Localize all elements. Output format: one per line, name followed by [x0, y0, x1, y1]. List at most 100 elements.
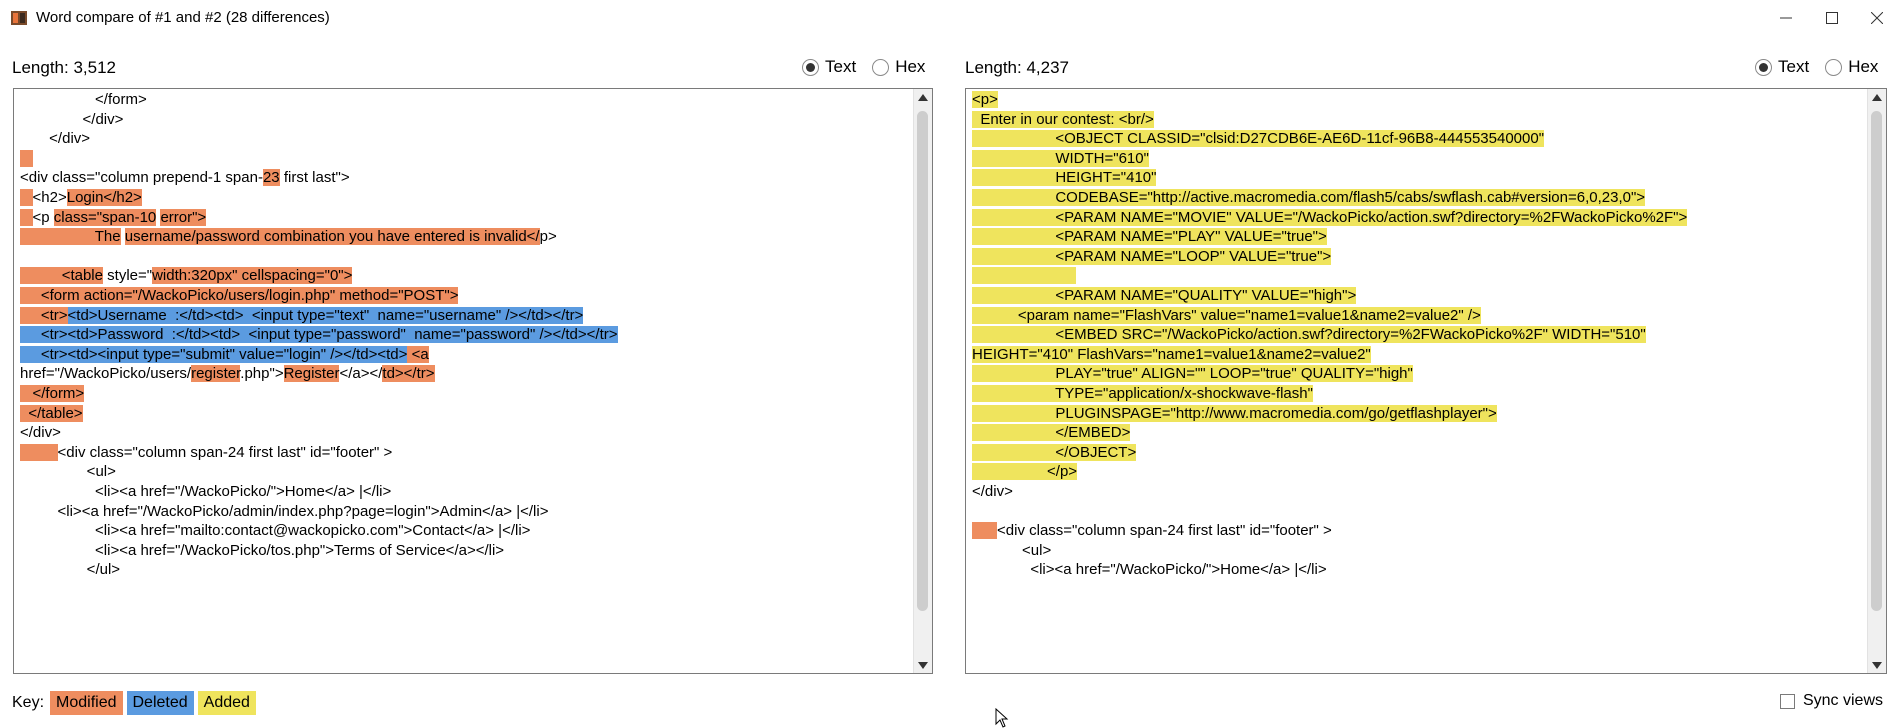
legend-key: Key: Modified Deleted Added [12, 690, 260, 716]
left-code-line: <table style="width:320px" cellspacing="… [20, 266, 353, 286]
left-view-mode: Text Hex [802, 57, 935, 77]
right-code-line: <EMBED SRC="/WackoPicko/action.swf?direc… [972, 325, 1646, 345]
right-code-segment: WIDTH="610" [972, 150, 1149, 167]
left-text-content[interactable]: </form> </div> </div> <div class="column… [14, 89, 914, 673]
minimize-button[interactable] [1764, 4, 1808, 32]
left-code-segment: <tr> [40, 307, 68, 324]
left-code-line: </ul> [20, 560, 120, 580]
window-title: Word compare of #1 and #2 (28 difference… [36, 9, 330, 26]
left-code-segment: td></tr> [382, 365, 435, 382]
left-code-segment: <form action="/WackoPicko/users/login.ph… [40, 287, 459, 304]
key-label: Key: [12, 694, 45, 711]
right-code-line: HEIGHT="410" FlashVars="name1=value1&nam… [972, 345, 1371, 365]
right-panel-header: Length: 4,237 Text Hex [965, 56, 1887, 80]
left-code-line: </div> [20, 129, 90, 149]
left-code-segment: register [191, 365, 241, 382]
right-code-segment [972, 522, 998, 539]
maximize-icon [1826, 12, 1838, 24]
left-code-line: <div class="column span-24 first last" i… [20, 443, 392, 463]
sync-views-checkbox[interactable] [1779, 693, 1795, 709]
right-code-line: Enter in our contest: <br/> [972, 110, 1154, 130]
right-code-segment: </p> [972, 463, 1078, 480]
key-modified: Modified [50, 691, 123, 715]
left-code-segment [20, 189, 33, 206]
key-deleted: Deleted [126, 691, 194, 715]
right-code-segment: </EMBED> [972, 424, 1131, 441]
left-code-segment: Register [283, 365, 340, 382]
right-code-segment: <PARAM NAME="PLAY" VALUE="true"> [972, 228, 1327, 245]
right-diff-pane[interactable]: <p> Enter in our contest: <br/> <OBJECT … [965, 88, 1887, 674]
left-code-segment [20, 209, 33, 226]
sync-views-toggle[interactable]: Sync views [1779, 692, 1883, 710]
right-code-segment: PLUGINSPAGE="http://www.macromedia.com/g… [972, 405, 1497, 422]
right-code-segment: <div class="column span-24 first last" i… [997, 522, 1332, 539]
right-code-segment: <PARAM NAME="MOVIE" VALUE="/WackoPicko/a… [972, 209, 1688, 226]
left-code-segment: </a></ [339, 365, 383, 382]
right-text-radio[interactable] [1755, 58, 1772, 76]
close-button[interactable] [1855, 4, 1899, 32]
mouse-pointer-icon [995, 708, 1009, 728]
left-scroll-thumb[interactable] [917, 111, 928, 611]
right-view-mode: Text Hex [1755, 57, 1888, 77]
right-text-content[interactable]: <p> Enter in our contest: <br/> <OBJECT … [966, 89, 1868, 673]
right-hex-radio-label: Hex [1848, 57, 1879, 76]
left-code-segment: </div> [20, 130, 91, 147]
right-code-segment: PLAY="true" ALIGN="" LOOP="true" QUALITY… [972, 365, 1413, 382]
minimize-icon [1780, 17, 1792, 19]
left-scroll-up-button[interactable] [914, 89, 932, 105]
left-code-segment: The [94, 228, 121, 245]
right-code-line: <PARAM NAME="QUALITY" VALUE="high"> [972, 286, 1357, 306]
right-code-line: <PARAM NAME="MOVIE" VALUE="/WackoPicko/a… [972, 208, 1688, 228]
right-code-line: <p> [972, 90, 998, 110]
right-code-line: <OBJECT CLASSID="clsid:D27CDB6E-AE6D-11c… [972, 129, 1545, 149]
left-code-line [20, 149, 33, 169]
right-code-segment: Enter in our contest: <br/> [972, 111, 1154, 128]
right-hex-radio[interactable] [1825, 58, 1843, 76]
right-code-line: TYPE="application/x-shockwave-flash" [972, 384, 1313, 404]
left-diff-pane[interactable]: </form> </div> </div> <div class="column… [13, 88, 933, 674]
left-code-segment: </div> [20, 424, 61, 441]
title-bar: Word compare of #1 and #2 (28 difference… [0, 0, 1899, 36]
maximize-button[interactable] [1810, 4, 1854, 32]
right-scroll-up-button[interactable] [1868, 89, 1886, 105]
left-code-segment: :320px" cellspacing="0"> [187, 267, 353, 284]
left-code-segment: </ul> [20, 561, 121, 578]
left-scrollbar[interactable] [913, 89, 932, 673]
left-hex-radio-label: Hex [895, 57, 926, 76]
right-code-segment [972, 307, 1018, 324]
scroll-down-icon [1872, 661, 1882, 669]
left-code-line: <tr><td>Username :</td><td> <input type=… [20, 306, 584, 326]
right-code-line: <div class="column span-24 first last" i… [972, 521, 1332, 541]
left-scroll-down-button[interactable] [914, 657, 932, 673]
left-code-line: <li><a href="mailto:contact@wackopicko.c… [20, 521, 530, 541]
left-hex-radio[interactable] [872, 58, 890, 76]
right-length-label: Length: 4,237 [965, 58, 1069, 77]
left-code-segment [20, 307, 41, 324]
left-code-line: <h2>Login</h2> [20, 188, 142, 208]
left-length-label: Length: 3,512 [12, 58, 116, 77]
left-code-line: href="/WackoPicko/users/register.php">Re… [20, 364, 435, 384]
right-code-segment: <EMBED SRC="/WackoPicko/action.swf?direc… [972, 326, 1646, 343]
left-text-radio[interactable] [802, 58, 819, 76]
left-code-segment: <li><a href="/WackoPicko/admin/index.php… [20, 503, 549, 520]
right-code-line: HEIGHT="410" [972, 168, 1157, 188]
left-code-segment: </table> [20, 405, 83, 422]
right-scroll-thumb[interactable] [1871, 111, 1882, 611]
app-icon [11, 11, 27, 25]
right-code-line: <PARAM NAME="LOOP" VALUE="true"> [972, 247, 1332, 267]
left-code-segment [20, 150, 33, 167]
left-code-segment: 23 [262, 169, 280, 186]
left-code-segment: username/password combination you have e… [124, 228, 540, 245]
right-scroll-down-button[interactable] [1868, 657, 1886, 673]
right-scrollbar[interactable] [1867, 89, 1886, 673]
left-code-segment: width [152, 267, 188, 284]
right-code-segment: <ul> [972, 542, 1052, 559]
left-code-line: <p class="span-10 error"> [20, 208, 207, 228]
left-code-segment [20, 287, 41, 304]
left-code-segment: style=" [102, 267, 153, 284]
left-code-line: The username/password combination you ha… [20, 227, 557, 247]
left-code-line: <li><a href="/WackoPicko/admin/index.php… [20, 502, 549, 522]
left-code-segment: href="/WackoPicko/users/ [20, 365, 192, 382]
left-code-line: </div> [20, 110, 124, 130]
left-code-segment: </form> [20, 91, 147, 108]
